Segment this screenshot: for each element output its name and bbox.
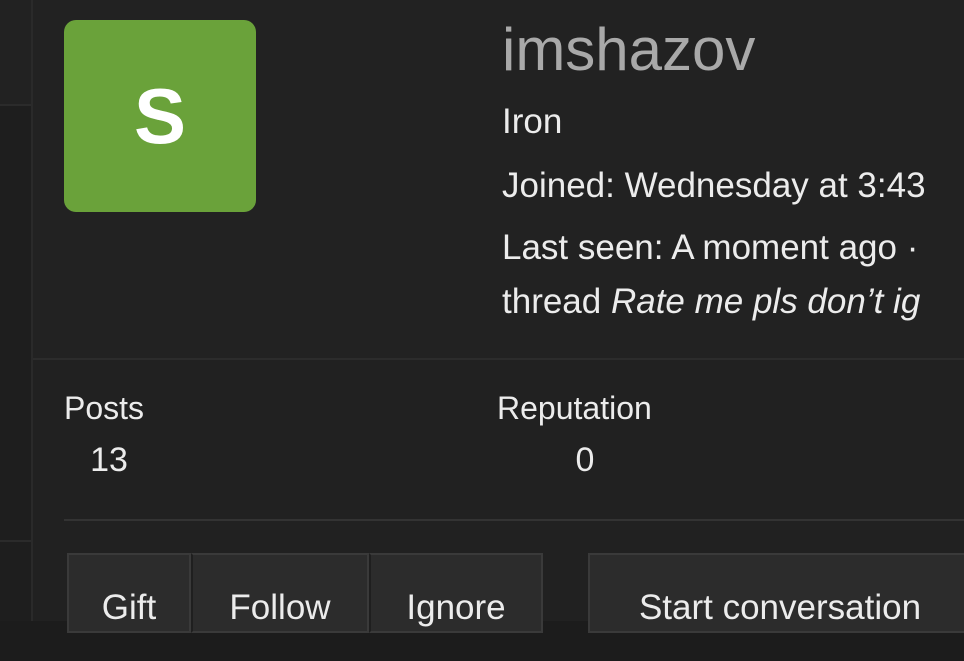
gift-button[interactable]: Gift [67,553,191,633]
stat-reputation: Reputation 0 [497,390,673,480]
avatar-letter: S [133,71,187,160]
left-sidebar-strip [0,0,31,621]
last-activity-thread: thread Rate me pls don’t ig [502,280,920,324]
sidebar-segment [0,0,31,104]
posts-label: Posts [64,390,145,426]
thread-link[interactable]: Rate me pls don’t ig [611,282,920,321]
member-profile-card: S imshazov Iron Joined: Wednesday at 3:4… [31,0,964,633]
stats-divider [64,519,964,521]
avatar[interactable]: S [64,20,256,212]
posts-value[interactable]: 13 [64,441,154,480]
stat-posts: Posts 13 [64,390,154,480]
thread-prefix: thread [502,282,611,321]
user-rank: Iron [502,102,563,141]
profile-header: S imshazov Iron Joined: Wednesday at 3:4… [33,0,964,360]
reputation-value[interactable]: 0 [497,441,673,480]
last-seen: Last seen: A moment ago · [502,228,919,267]
sidebar-divider [0,104,31,106]
start-conversation-button[interactable]: Start conversation [588,553,964,633]
joined-date: Joined: Wednesday at 3:43 [502,166,926,205]
follow-button[interactable]: Follow [191,553,369,633]
ignore-button[interactable]: Ignore [369,553,543,633]
reputation-label: Reputation [497,390,652,426]
username[interactable]: imshazov [502,14,755,86]
sidebar-divider [0,540,31,542]
action-button-group: Gift Follow Ignore [67,553,543,633]
